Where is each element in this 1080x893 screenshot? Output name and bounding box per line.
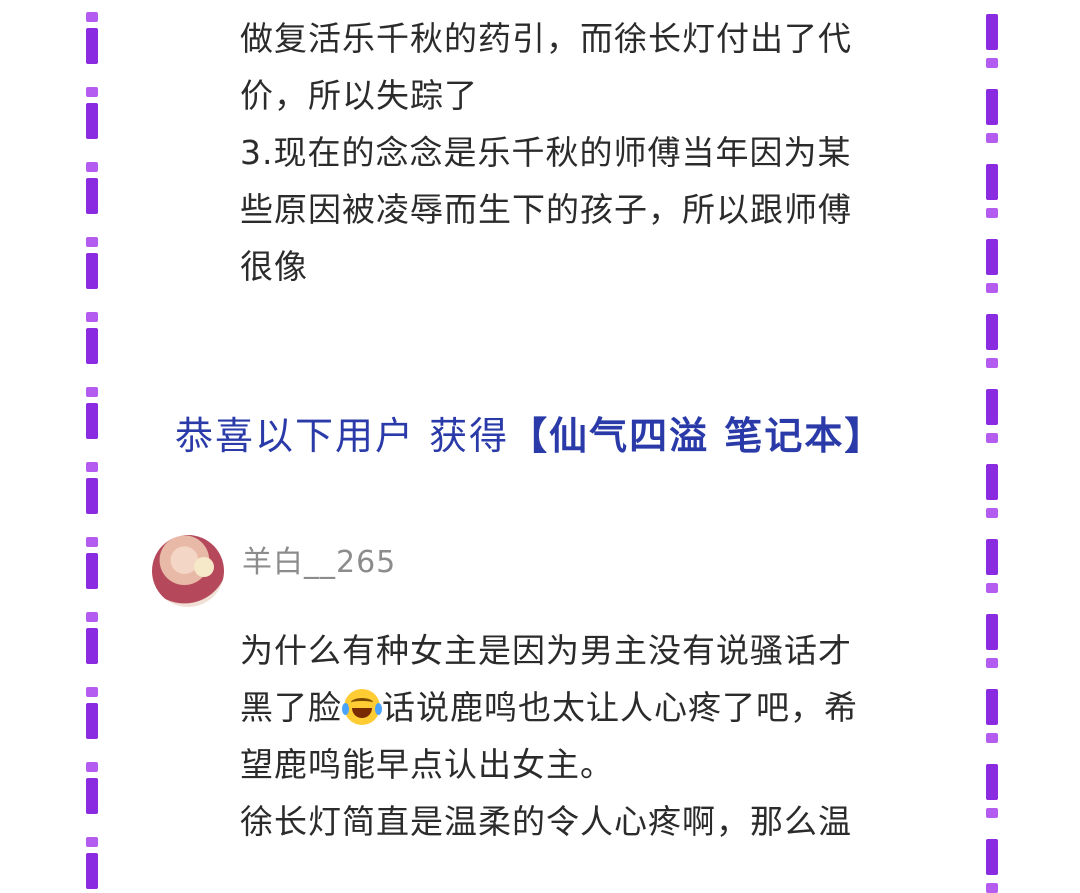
face-with-tears-of-joy-icon bbox=[342, 689, 382, 725]
right-decorative-rail bbox=[982, 0, 1002, 893]
text-line: 些原因被凌辱而生下的孩子，所以跟师傅 bbox=[240, 190, 852, 229]
left-decorative-rail bbox=[82, 0, 102, 889]
comment-line: 为什么有种女主是因为男主没有说骚话才 bbox=[240, 631, 852, 670]
winners-banner: 恭喜以下用户 获得【仙气四溢 笔记本】 bbox=[175, 405, 935, 460]
comment-body: 为什么有种女主是因为男主没有说骚话才 黑了脸 话说鹿鸣也太让人心疼了吧，希 望鹿鸣… bbox=[240, 622, 940, 850]
comment-line: 黑了脸 话说鹿鸣也太让人心疼了吧，希 bbox=[240, 679, 940, 736]
text-line: 很像 bbox=[240, 247, 308, 286]
banner-prefix: 恭喜以下用户 获得 bbox=[175, 414, 510, 458]
avatar[interactable] bbox=[152, 535, 224, 607]
comment-line-part: 黑了脸 bbox=[240, 688, 342, 727]
text-line: 3.现在的念念是乐千秋的师傅当年因为某 bbox=[240, 133, 852, 172]
text-line: 做复活乐千秋的药引，而徐长灯付出了代 bbox=[240, 19, 852, 58]
comment-line: 望鹿鸣能早点认出女主。 bbox=[240, 745, 614, 784]
previous-post-text: 做复活乐千秋的药引，而徐长灯付出了代 价，所以失踪了 3.现在的念念是乐千秋的师… bbox=[240, 10, 930, 295]
comment-line-part: 话说鹿鸣也太让人心疼了吧，希 bbox=[382, 688, 858, 727]
banner-prize-name: 【仙气四溢 笔记本】 bbox=[509, 414, 885, 458]
text-line: 价，所以失踪了 bbox=[240, 76, 478, 115]
comment-line: 徐长灯简直是温柔的令人心疼啊，那么温 bbox=[240, 802, 852, 841]
comment-username[interactable]: 羊白__265 bbox=[242, 537, 396, 581]
